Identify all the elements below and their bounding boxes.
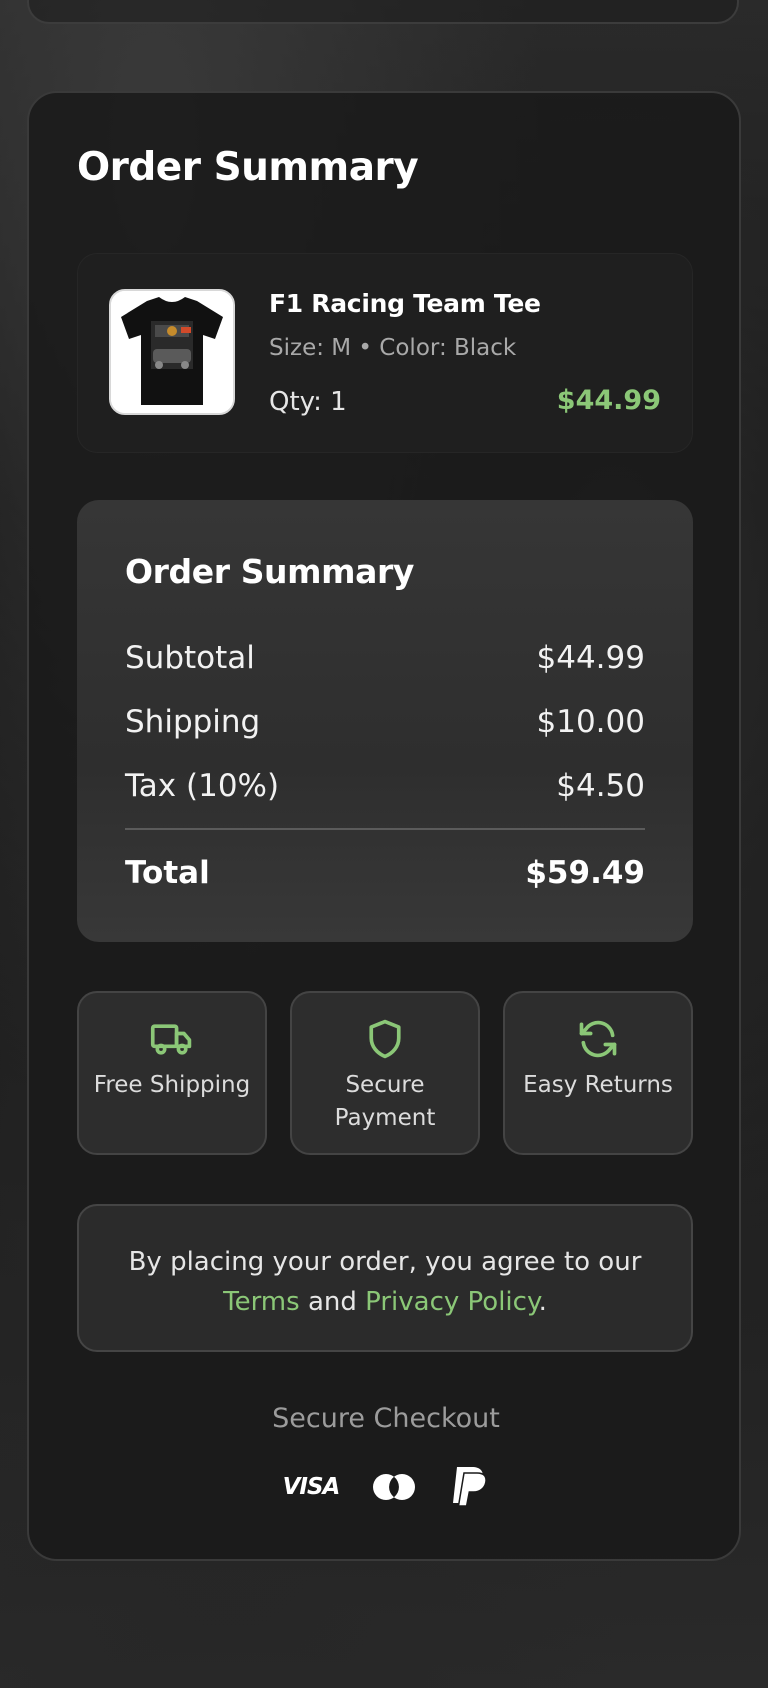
product-quantity: Qty: 1 — [269, 387, 347, 417]
feature-label: Free Shipping — [93, 1072, 251, 1098]
tax-label: Tax (10%) — [125, 768, 280, 804]
terms-and: and — [307, 1287, 357, 1317]
price-summary-box: Order Summary Subtotal $44.99 Shipping $… — [77, 500, 693, 942]
visa-icon: VISA — [282, 1474, 341, 1500]
product-thumbnail — [109, 289, 235, 415]
truck-icon — [150, 1024, 192, 1055]
refresh-icon — [579, 1020, 617, 1058]
total-value: $59.49 — [525, 855, 645, 891]
shipping-label: Shipping — [125, 704, 261, 740]
terms-prefix: By placing your order, you agree to our — [128, 1247, 642, 1277]
terms-notice: By placing your order, you agree to our … — [77, 1204, 693, 1352]
feature-label: Secure Payment — [334, 1072, 436, 1131]
shipping-value: $10.00 — [536, 704, 645, 740]
total-row: Total $59.49 — [125, 855, 645, 891]
product-price: $44.99 — [556, 385, 661, 416]
summary-divider — [125, 828, 645, 830]
total-label: Total — [125, 855, 210, 891]
shipping-row: Shipping $10.00 — [125, 704, 645, 740]
tax-value: $4.50 — [556, 768, 645, 804]
product-variant: Size: M • Color: Black — [269, 335, 517, 361]
feature-easy-returns: Easy Returns — [503, 991, 693, 1155]
summary-title: Order Summary — [125, 552, 414, 591]
page-title: Order Summary — [77, 145, 419, 190]
feature-free-shipping: Free Shipping — [77, 991, 267, 1155]
payment-methods: VISA — [29, 1465, 743, 1509]
terms-suffix: . — [538, 1287, 547, 1317]
subtotal-label: Subtotal — [125, 640, 255, 676]
t-shirt-image — [111, 291, 233, 413]
terms-link[interactable]: Terms — [223, 1287, 300, 1317]
shield-icon — [369, 1019, 401, 1059]
tax-row: Tax (10%) $4.50 — [125, 768, 645, 804]
product-card: F1 Racing Team Tee Size: M • Color: Blac… — [77, 253, 693, 453]
feature-secure-payment: Secure Payment — [290, 991, 480, 1155]
previous-card-edge — [27, 0, 739, 24]
feature-badges: Free Shipping Secure Payment Easy Return… — [77, 991, 693, 1155]
secure-checkout-label: Secure Checkout — [272, 1403, 500, 1434]
feature-label: Easy Returns — [523, 1072, 673, 1098]
subtotal-value: $44.99 — [536, 640, 645, 676]
order-summary-panel: Order Summary F1 Racing Team Tee Size: M… — [27, 91, 741, 1561]
paypal-icon — [453, 1467, 488, 1507]
subtotal-row: Subtotal $44.99 — [125, 640, 645, 676]
privacy-policy-link[interactable]: Privacy Policy — [365, 1287, 538, 1317]
mastercard-icon — [373, 1474, 416, 1500]
product-name: F1 Racing Team Tee — [269, 289, 541, 318]
